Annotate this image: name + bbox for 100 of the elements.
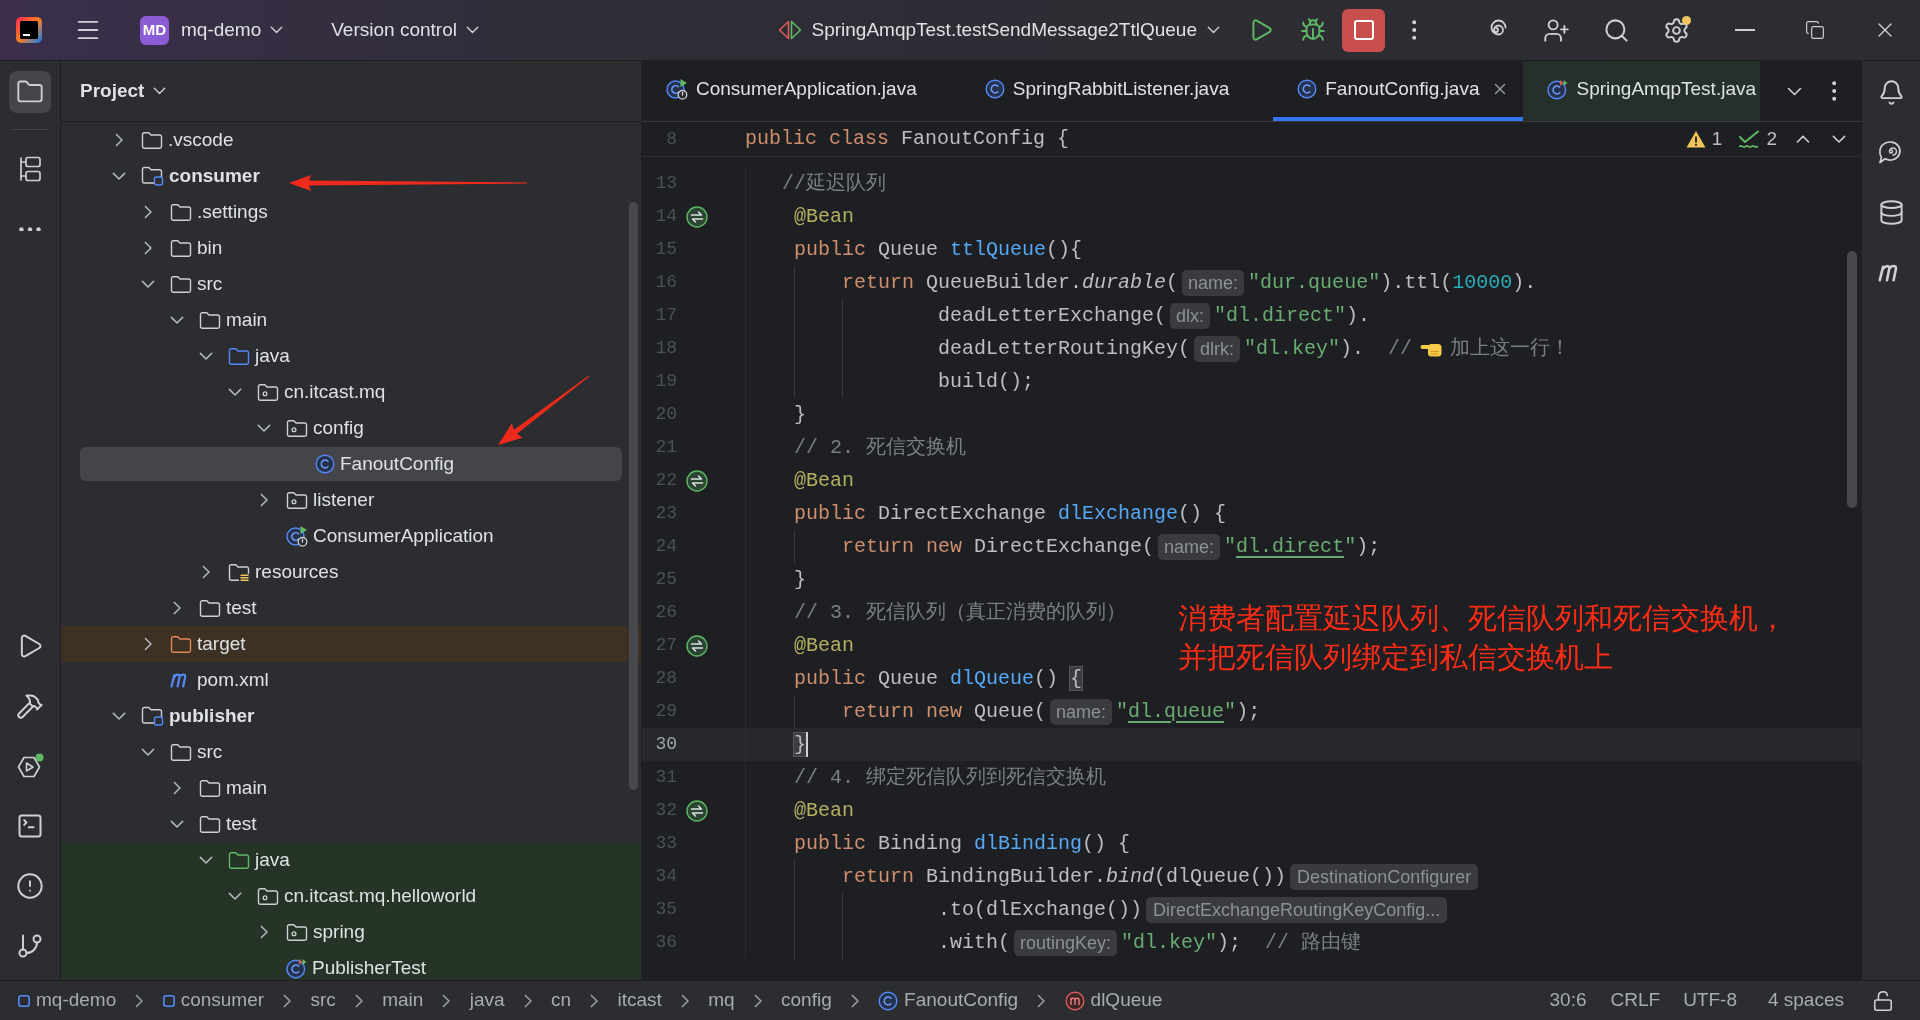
encoding-button[interactable]: UTF-8 [1683,986,1737,1015]
caret-position-button[interactable]: 30:6 [1549,986,1587,1015]
bell-icon [1877,78,1905,106]
editor-tab[interactable]: ConsumerApplication.java [642,61,961,121]
parameter-hint: name: [1050,698,1113,725]
indent-button[interactable]: 4 spaces [1767,986,1844,1015]
code-text: // 4. 绑定死信队列到死信交换机 [794,764,1106,791]
tree-item[interactable]: test [169,809,257,839]
check-icon [1738,129,1761,149]
breadcrumb[interactable]: mq-demo [18,986,117,1015]
tree-item[interactable]: bin [140,233,223,263]
minimize-icon [1735,29,1755,31]
breadcrumb[interactable]: mq [708,986,735,1015]
breadcrumb[interactable]: consumer [162,986,265,1015]
class-flags-icon [1547,78,1569,100]
tree-item[interactable]: config [256,413,364,443]
tree-item[interactable]: cn.itcast.mq [227,377,386,407]
inspection-counter[interactable]: 2 [1738,124,1777,154]
project-view-selector[interactable]: Project [80,76,167,106]
hexagon-play-icon [16,753,44,779]
exchange-arrows-icon[interactable] [686,799,708,822]
editor-tab[interactable]: SpringRabbitListener.java [960,61,1274,121]
code-text: @Bean [794,467,854,494]
database-icon [1877,198,1905,226]
excluded-folder-icon [170,634,192,654]
tree-item[interactable]: FanoutConfig [315,449,455,479]
tree-item[interactable]: pom.xml [170,665,269,695]
chevron-right-icon [283,993,292,1008]
tool-window-button[interactable] [9,71,51,113]
test-folder-icon [228,850,250,870]
breadcrumb[interactable]: itcast [617,986,662,1015]
type-hint: DestinationConfigurer [1290,863,1479,890]
tree-item[interactable]: cn.itcast.mq.helloworld [227,881,477,911]
tree-item[interactable]: publisher [111,701,255,731]
workspace-dropdown[interactable]: mq-demo [181,15,284,45]
chevron-down-icon [1207,26,1220,34]
class-play-icon [286,525,308,547]
split-diamond-icon [777,20,802,40]
folder-icon [141,130,163,150]
text-caret [806,732,808,757]
tree-item[interactable]: resources [198,557,339,587]
stop-button[interactable] [1342,8,1385,52]
breadcrumb[interactable]: FanoutConfig [878,986,1019,1015]
more-icon [19,226,41,232]
app-logo-icon[interactable] [16,17,42,43]
breadcrumb[interactable]: dlQueue [1064,986,1163,1015]
tree-item[interactable]: java [198,341,290,371]
breadcrumb[interactable]: java [469,986,505,1015]
chevron-right-icon [135,993,144,1008]
tree-item[interactable]: PublisherTest [286,953,427,980]
tree-item[interactable]: src [140,269,223,299]
tree-item[interactable]: .vscode [111,125,234,155]
chevron-right-icon [590,993,599,1008]
breadcrumb[interactable]: config [781,986,832,1015]
scrollbar[interactable] [1847,251,1857,508]
type-hint: DirectExchangeRoutingKeyConfig... [1146,896,1448,923]
tree-item[interactable]: listener [256,485,375,515]
tree-item[interactable]: ConsumerApplication [286,521,494,551]
tree-item[interactable]: target [140,629,246,659]
chevron-right-icon [523,993,532,1008]
package-icon [286,922,308,942]
breadcrumb[interactable]: src [310,986,336,1015]
breadcrumb[interactable]: cn [551,986,572,1015]
workspace-badge[interactable]: MD [140,15,169,45]
tree-item[interactable]: src [140,737,223,767]
run-configuration-selector[interactable]: SpringAmqpTest.testSendMessage2TtlQueue [777,15,1220,45]
version-control-menu[interactable]: Version control [331,15,479,45]
chevron-up-icon [1796,134,1810,144]
chevron-right-icon [442,993,451,1008]
code-text: build(); [938,368,1034,395]
scrollbar[interactable] [629,202,638,790]
tree-item[interactable]: main [169,773,268,803]
breadcrumb[interactable]: main [382,986,424,1015]
code-text: "dl.key"); // 路由键 [1121,929,1362,956]
code-text: .with( [938,929,1010,956]
parameter-hint: name: [1158,533,1221,560]
tree-item[interactable]: test [169,593,257,623]
code-text: } [794,566,806,593]
tree-item[interactable]: main [169,305,268,335]
exchange-arrows-icon[interactable] [686,469,708,492]
line-separator-button[interactable]: CRLF [1610,986,1661,1015]
parameter-hint: dlrk: [1194,335,1241,362]
chevron-down-icon [270,26,284,34]
exchange-arrows-icon[interactable] [686,205,708,228]
folder-icon [170,202,192,222]
folder-icon [199,310,221,330]
tree-item[interactable]: spring [256,917,365,947]
line-number: 30 [655,733,677,756]
chevron-down-icon [153,87,167,95]
unlocked-padlock-icon[interactable] [1872,989,1894,1012]
search-icon [1602,16,1630,44]
code-text: return QueueBuilder.durable( [842,269,1179,296]
code-text: return BindingBuilder.bind(dlQueue()) [842,863,1287,890]
code-text: // 3. 死信队列（真正消费的队列） [794,599,1126,626]
exchange-arrows-icon[interactable] [686,634,708,657]
tree-item[interactable]: java [198,845,290,875]
tree-item[interactable]: .settings [140,197,268,227]
inspection-counter[interactable]: 1 [1685,124,1723,154]
tree-item[interactable]: consumer [111,161,260,191]
editor-tab[interactable]: SpringAmqpTest.java [1523,61,1761,121]
